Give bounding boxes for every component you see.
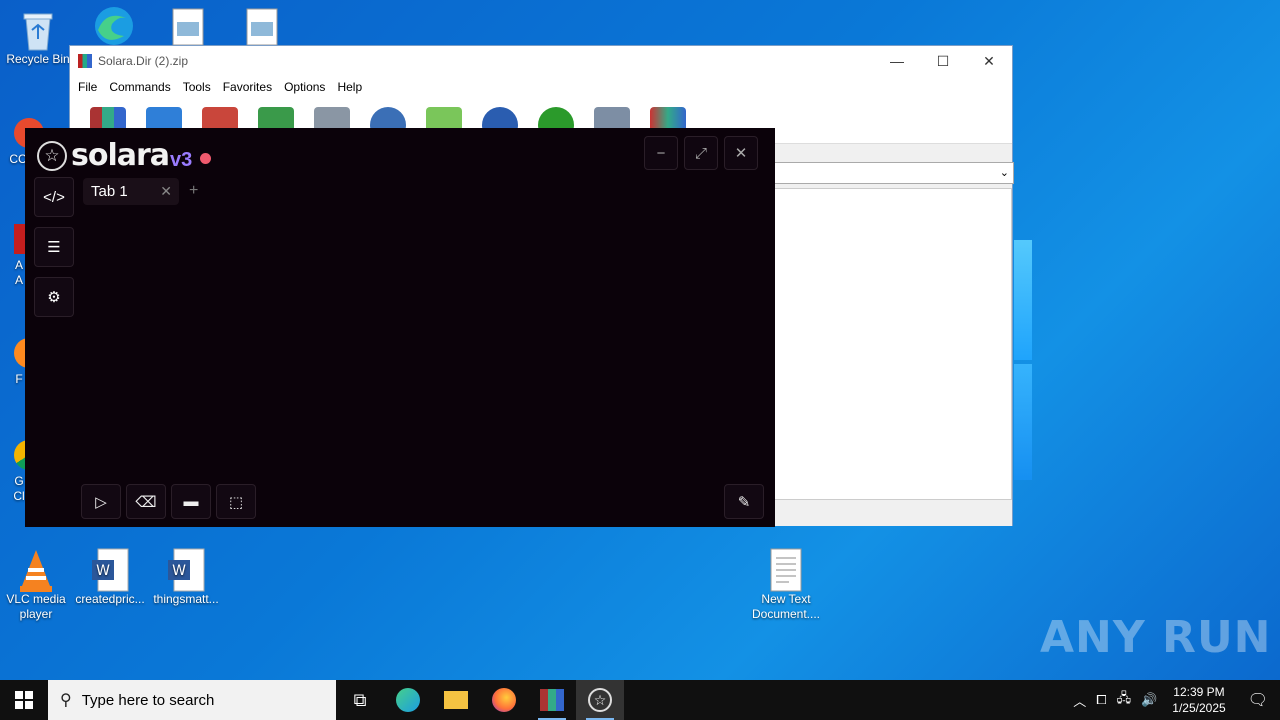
- word-doc-icon: W: [166, 548, 206, 592]
- notifications-icon[interactable]: 🗨: [1236, 690, 1280, 710]
- svg-text:W: W: [96, 563, 110, 579]
- maximize-button[interactable]: ☐: [920, 46, 966, 76]
- recycle-bin-icon: [18, 8, 58, 51]
- edge-icon: [396, 688, 420, 712]
- desktop-icon-label: createdpric...: [75, 592, 145, 606]
- taskbar-file-explorer[interactable]: [432, 680, 480, 720]
- path-dropdown[interactable]: ⌄: [774, 162, 1014, 184]
- clock[interactable]: 12:39 PM 1/25/2025: [1162, 684, 1235, 716]
- save-file-button[interactable]: ⬚: [216, 484, 256, 519]
- tab-1[interactable]: Tab 1 ✕: [83, 178, 179, 205]
- code-icon: </>: [43, 188, 65, 206]
- menu-help[interactable]: Help: [331, 80, 368, 94]
- desktop-icon-word-doc[interactable]: W thingsmatt...: [150, 548, 222, 607]
- play-icon: ▷: [95, 493, 107, 511]
- clear-button[interactable]: ⌫: [126, 484, 166, 519]
- task-view-icon: ⧉: [353, 689, 367, 710]
- show-hidden-icons-button[interactable]: ︿: [1068, 691, 1091, 710]
- word-doc-icon: W: [90, 548, 130, 592]
- gear-icon: ⚙: [47, 289, 61, 306]
- settings-button[interactable]: ⚙: [34, 277, 74, 317]
- system-tray: ︿ ⧠ 🖧 🔊 12:39 PM 1/25/2025 🗨: [1068, 680, 1280, 720]
- list-icon: ☰: [47, 239, 61, 256]
- solara-brand: solara: [71, 138, 170, 173]
- tab-close-icon[interactable]: ✕: [160, 183, 172, 200]
- volume-icon[interactable]: 🔊: [1136, 692, 1162, 708]
- network-icon[interactable]: 🖧: [1112, 689, 1137, 711]
- editor-tab-button[interactable]: </>: [34, 177, 74, 217]
- taskbar-firefox[interactable]: [480, 680, 528, 720]
- search-icon: ⚲: [60, 692, 72, 709]
- winrar-icon: [540, 689, 564, 711]
- image-file-icon: [242, 8, 282, 48]
- desktop-icon-word-doc[interactable]: W createdpric...: [74, 548, 146, 607]
- folder-icon: [444, 691, 468, 709]
- add-tab-button[interactable]: +: [189, 182, 198, 200]
- menu-tools[interactable]: Tools: [177, 80, 217, 94]
- solara-minimize-button[interactable]: −: [644, 136, 678, 170]
- clock-time: 12:39 PM: [1173, 685, 1225, 699]
- status-dot: [200, 153, 212, 164]
- desktop-icon-recycle-bin[interactable]: Recycle Bin: [2, 8, 74, 67]
- status-bar: [774, 504, 1012, 526]
- taskbar-winrar[interactable]: [528, 680, 576, 720]
- text-doc-icon: [766, 548, 806, 592]
- minimize-button[interactable]: —: [874, 46, 920, 76]
- winrar-icon: [78, 54, 92, 68]
- taskbar: ⚲ Type here to search ⧉ ☆ ︿ ⧠ 🖧 🔊 12:39 …: [0, 680, 1280, 720]
- eraser-icon: ⌫: [135, 493, 157, 511]
- solara-window[interactable]: ☆ solara v3 − ⤢ ✕ </> ☰ ⚙ Tab 1 ✕ + ▷ ⌫ …: [25, 128, 775, 527]
- desktop-icon-label: VLC media player: [6, 592, 66, 621]
- clock-date: 1/25/2025: [1172, 701, 1226, 715]
- taskbar-solara[interactable]: ☆: [576, 680, 624, 720]
- execute-button[interactable]: ▷: [81, 484, 121, 519]
- desktop-icon-edge[interactable]: [76, 6, 148, 50]
- winrar-title: Solara.Dir (2).zip: [98, 54, 189, 68]
- windows-icon: [15, 691, 33, 709]
- desktop-icon-label: New Text Document....: [751, 592, 821, 621]
- tab-label: Tab 1: [91, 183, 128, 200]
- desktop-icon-text-doc[interactable]: New Text Document....: [750, 548, 822, 622]
- menu-commands[interactable]: Commands: [103, 80, 176, 94]
- folder-icon: ▬: [183, 493, 199, 510]
- image-file-icon: [168, 8, 208, 48]
- script-list-button[interactable]: ☰: [34, 227, 74, 267]
- solara-close-button[interactable]: ✕: [724, 136, 758, 170]
- anyrun-watermark: ANY RUN: [1040, 612, 1272, 663]
- menu-options[interactable]: Options: [278, 80, 331, 94]
- star-icon: ☆: [588, 688, 612, 712]
- star-icon: ☆: [37, 140, 67, 171]
- menu-file[interactable]: File: [72, 80, 103, 94]
- taskbar-search[interactable]: ⚲ Type here to search: [48, 680, 336, 720]
- open-file-button[interactable]: ▬: [171, 484, 211, 519]
- solara-version: v3: [170, 149, 193, 171]
- firefox-icon: [492, 688, 516, 712]
- attach-button[interactable]: ✎: [724, 484, 764, 519]
- start-button[interactable]: [0, 680, 48, 720]
- wallpaper-glow: [1014, 240, 1032, 360]
- wallpaper-glow: [1014, 364, 1032, 480]
- winrar-titlebar[interactable]: Solara.Dir (2).zip — ☐ ✕: [70, 46, 1012, 76]
- paperclip-icon: ✎: [737, 493, 751, 511]
- edge-icon: [92, 6, 133, 46]
- desktop-icon-vlc[interactable]: VLC media player: [0, 548, 72, 622]
- task-view-button[interactable]: ⧉: [336, 680, 384, 720]
- desktop-icon-label: Recycle Bin: [6, 52, 70, 66]
- solara-maximize-button[interactable]: ⤢: [684, 136, 718, 170]
- vlc-icon: [16, 548, 56, 592]
- solara-logo: ☆ solara v3: [37, 138, 212, 173]
- close-button[interactable]: ✕: [966, 46, 1012, 76]
- menu-favorites[interactable]: Favorites: [217, 80, 278, 94]
- desktop-icon-label: thingsmatt...: [153, 592, 219, 606]
- winrar-menubar: File Commands Tools Favorites Options He…: [70, 76, 1012, 98]
- svg-text:W: W: [172, 563, 186, 579]
- save-icon: ⬚: [228, 493, 244, 511]
- network-device-icon[interactable]: ⧠: [1091, 692, 1111, 708]
- taskbar-edge[interactable]: [384, 680, 432, 720]
- search-placeholder: Type here to search: [81, 691, 215, 709]
- file-list[interactable]: [774, 188, 1012, 500]
